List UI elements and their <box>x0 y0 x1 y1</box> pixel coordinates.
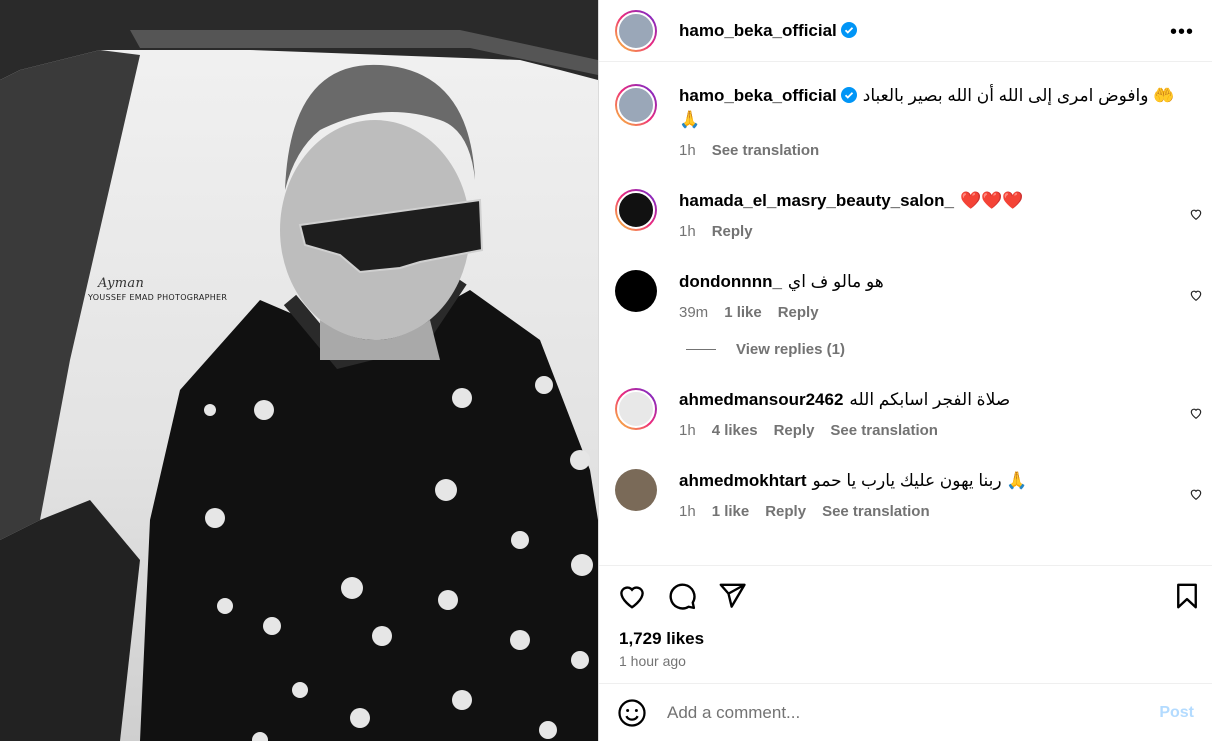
comment-time[interactable]: 39m <box>679 304 708 321</box>
post-header: hamo_beka_official ••• <box>599 0 1212 62</box>
share-icon[interactable] <box>717 581 747 611</box>
author-username[interactable]: hamo_beka_official <box>679 21 857 41</box>
comment-avatar[interactable] <box>615 469 657 511</box>
comment-username[interactable]: ahmedmansour2462 <box>679 390 843 409</box>
comment-text: صلاة الفجر اسابكم الله <box>849 390 1011 409</box>
comment-like-heart-icon[interactable] <box>1189 406 1203 420</box>
comment-likes-count[interactable]: 4 likes <box>712 422 758 439</box>
likes-count[interactable]: 1,729 likes <box>599 625 1212 653</box>
reply-button[interactable]: Reply <box>712 223 753 240</box>
caption-avatar[interactable] <box>615 84 657 126</box>
post-actions-bar <box>599 565 1212 625</box>
see-translation-button[interactable]: See translation <box>830 422 938 439</box>
bookmark-icon[interactable] <box>1172 581 1202 611</box>
verified-badge-icon <box>840 21 857 38</box>
comment-avatar[interactable] <box>615 270 657 312</box>
comment-time[interactable]: 1h <box>679 422 696 439</box>
comment-item: hamada_el_masry_beauty_salon_ ❤️❤️❤️ 1h Re… <box>599 189 1212 240</box>
comment-text: ❤️❤️❤️ <box>960 191 1024 210</box>
post-comment-button[interactable]: Post <box>1159 704 1194 722</box>
comment-input[interactable] <box>667 702 1160 723</box>
comment-like-heart-icon[interactable] <box>1189 207 1203 221</box>
comment-text: هو مالو ف اي <box>787 272 884 291</box>
see-translation-button[interactable]: See translation <box>822 503 930 520</box>
photo-illustration <box>0 0 598 741</box>
heart-icon[interactable] <box>617 581 647 611</box>
comment-time[interactable]: 1h <box>679 223 696 240</box>
caption: hamo_beka_official وافوض امرى إلى الله أن… <box>599 84 1212 159</box>
post-time[interactable]: 1 hour ago <box>599 653 1212 683</box>
photo-watermark: Ayman YOUSSEF EMAD PHOTOGRAPHER <box>88 276 227 302</box>
view-replies-dash <box>686 349 716 350</box>
comment-item: dondonnnn_ هو مالو ف اي 39m 1 like Reply <box>599 270 1212 321</box>
verified-badge-icon <box>840 87 857 103</box>
reply-button[interactable]: Reply <box>765 503 806 520</box>
post-photo: Ayman YOUSSEF EMAD PHOTOGRAPHER <box>0 0 598 741</box>
watermark-name: YOUSSEF EMAD PHOTOGRAPHER <box>88 293 228 302</box>
see-translation-button[interactable]: See translation <box>712 142 820 159</box>
comment-avatar[interactable] <box>615 189 657 231</box>
comment-text: ربنا يهون عليك يارب يا حمو 🙏 <box>812 471 1028 490</box>
comment-avatar[interactable] <box>615 388 657 430</box>
comment-item: ahmedmokhtart ربنا يهون عليك يارب يا حمو … <box>599 469 1212 520</box>
view-replies-button[interactable]: View replies (1) <box>599 341 1212 358</box>
reply-button[interactable]: Reply <box>778 304 819 321</box>
add-comment-bar: Post <box>599 683 1212 741</box>
comment-username[interactable]: dondonnnn_ <box>679 272 782 291</box>
comment-username[interactable]: hamada_el_masry_beauty_salon_ <box>679 191 954 210</box>
author-avatar[interactable] <box>615 9 657 52</box>
more-options-icon[interactable]: ••• <box>1170 21 1194 44</box>
comment-username[interactable]: ahmedmokhtart <box>679 471 807 490</box>
emoji-icon[interactable] <box>617 698 647 728</box>
comment-icon[interactable] <box>667 581 697 611</box>
comment-likes-count[interactable]: 1 like <box>724 304 762 321</box>
watermark-signature: Ayman <box>98 276 145 291</box>
caption-username[interactable]: hamo_beka_official <box>679 86 857 105</box>
comments-list: hamo_beka_official وافوض امرى إلى الله أن… <box>599 62 1212 565</box>
comment-item: ahmedmansour2462 صلاة الفجر اسابكم الله 1… <box>599 388 1212 439</box>
post-side-panel: hamo_beka_official ••• hamo_beka_officia… <box>598 0 1212 741</box>
comment-like-heart-icon[interactable] <box>1189 487 1203 501</box>
comment-likes-count[interactable]: 1 like <box>712 503 750 520</box>
reply-button[interactable]: Reply <box>774 422 815 439</box>
comment-time[interactable]: 1h <box>679 503 696 520</box>
caption-time[interactable]: 1h <box>679 142 696 159</box>
comment-like-heart-icon[interactable] <box>1189 288 1203 302</box>
